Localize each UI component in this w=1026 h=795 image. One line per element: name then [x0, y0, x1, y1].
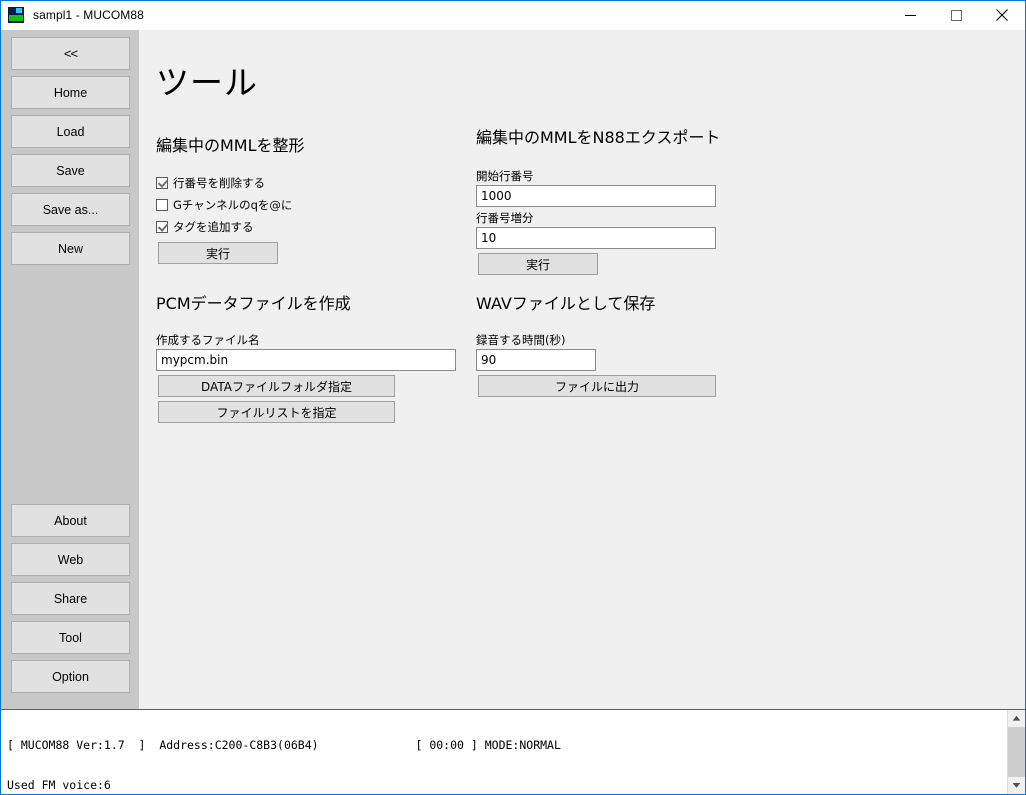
sidebar-item-label: Tool	[59, 630, 82, 645]
minimize-button[interactable]	[887, 1, 933, 29]
window-controls	[887, 1, 1025, 29]
sidebar-item-label: Save as...	[42, 202, 99, 217]
log-text[interactable]: [ MUCOM88 Ver:1.7 ] Address:C200-C8B3(06…	[1, 710, 1007, 794]
section-heading: 編集中のMMLを整形	[156, 136, 305, 155]
section-format-mml: 編集中のMMLを整形 行番号を削除する Gチャンネルのqを@に タグを追加する …	[156, 132, 486, 264]
increment-label: 行番号増分	[476, 211, 534, 225]
start-line-field-group: 開始行番号 1000	[476, 168, 816, 207]
checkbox-add-tag[interactable]: タグを追加する	[156, 217, 486, 237]
duration-field-group: 録音する時間(秒) 90	[476, 332, 816, 371]
sidebar-item-label: Home	[53, 85, 88, 100]
sidebar-item-label: New	[57, 241, 83, 256]
scroll-up-icon	[1012, 715, 1021, 721]
increment-value: 10	[481, 231, 497, 245]
close-icon	[996, 9, 1008, 21]
section-heading: PCMデータファイルを作成	[156, 294, 351, 313]
log-panel: [ MUCOM88 Ver:1.7 ] Address:C200-C8B3(06…	[1, 709, 1025, 794]
duration-label: 録音する時間(秒)	[476, 333, 566, 347]
sidebar-item-home[interactable]: Home	[11, 76, 130, 109]
app-icon	[8, 7, 24, 23]
format-mml-run-button[interactable]: 実行	[158, 242, 278, 264]
log-line: [ MUCOM88 Ver:1.7 ] Address:C200-C8B3(06…	[7, 738, 561, 753]
sidebar-item-label: Web	[57, 552, 84, 567]
start-line-input[interactable]: 1000	[476, 185, 716, 207]
close-button[interactable]	[979, 1, 1025, 29]
app-window: sampl1 - MUCOM88 << Home Load Save Save …	[0, 0, 1026, 795]
duration-input[interactable]: 90	[476, 349, 596, 371]
scroll-down-icon	[1012, 783, 1021, 788]
sidebar-item-collapse[interactable]: <<	[11, 37, 130, 70]
title-bar: sampl1 - MUCOM88	[1, 1, 1025, 30]
maximize-button[interactable]	[933, 1, 979, 29]
wav-export-button[interactable]: ファイルに出力	[478, 375, 716, 397]
button-label: DATAファイルフォルダ指定	[201, 379, 352, 394]
maximize-icon	[950, 9, 962, 21]
body-area: << Home Load Save Save as... New About W…	[1, 30, 1025, 709]
button-label: ファイルリストを指定	[216, 405, 337, 420]
button-label: 実行	[205, 246, 230, 261]
section-n88-export: 編集中のMMLをN88エクスポート 開始行番号 1000 行番号増分 10 実行	[476, 124, 816, 275]
filename-label: 作成するファイル名	[156, 333, 260, 347]
checkbox-gchannel-q-to-at[interactable]: Gチャンネルのqを@に	[156, 195, 486, 215]
sidebar-item-tool[interactable]: Tool	[11, 621, 130, 654]
window-title: sampl1 - MUCOM88	[33, 8, 144, 22]
page-title: ツール	[156, 63, 258, 102]
sidebar: << Home Load Save Save as... New About W…	[1, 30, 139, 709]
checkbox-label: Gチャンネルのqを@に	[173, 198, 293, 212]
log-scrollbar[interactable]	[1007, 710, 1025, 794]
checkbox-label: 行番号を削除する	[173, 176, 265, 190]
section-heading: WAVファイルとして保存	[476, 294, 656, 313]
sidebar-item-save[interactable]: Save	[11, 154, 130, 187]
increment-field-group: 行番号増分 10	[476, 210, 816, 249]
button-label: ファイルに出力	[554, 379, 639, 394]
increment-input[interactable]: 10	[476, 227, 716, 249]
sidebar-item-new[interactable]: New	[11, 232, 130, 265]
sidebar-item-web[interactable]: Web	[11, 543, 130, 576]
start-line-label: 開始行番号	[476, 169, 534, 183]
sidebar-item-label: Share	[53, 591, 88, 606]
data-folder-button[interactable]: DATAファイルフォルダ指定	[158, 375, 395, 397]
sidebar-item-label: Load	[56, 124, 85, 139]
checkbox-checked-icon	[156, 221, 168, 233]
sidebar-bottom-group: About Web Share Tool Option	[1, 504, 139, 709]
sidebar-item-save-as[interactable]: Save as...	[11, 193, 130, 226]
scroll-up-button[interactable]	[1008, 710, 1025, 727]
duration-value: 90	[481, 353, 497, 367]
scroll-down-button[interactable]	[1008, 777, 1025, 794]
button-label: 実行	[525, 257, 550, 272]
sidebar-item-share[interactable]: Share	[11, 582, 130, 615]
file-list-button[interactable]: ファイルリストを指定	[158, 401, 395, 423]
section-pcm-create: PCMデータファイルを作成 作成するファイル名 mypcm.bin DATAファ…	[156, 290, 486, 423]
checkbox-checked-icon	[156, 177, 168, 189]
sidebar-item-label: Save	[56, 163, 85, 178]
checkbox-label: タグを追加する	[173, 220, 254, 234]
checkbox-remove-line-numbers[interactable]: 行番号を削除する	[156, 173, 486, 193]
filename-input[interactable]: mypcm.bin	[156, 349, 456, 371]
sidebar-item-about[interactable]: About	[11, 504, 130, 537]
sidebar-item-label: Option	[52, 669, 89, 684]
sidebar-item-label: About	[54, 513, 87, 528]
checkbox-unchecked-icon	[156, 199, 168, 211]
filename-value: mypcm.bin	[161, 353, 229, 367]
scrollbar-thumb[interactable]	[1008, 727, 1025, 777]
minimize-icon	[904, 14, 916, 16]
n88-export-run-button[interactable]: 実行	[478, 253, 598, 275]
section-heading: 編集中のMMLをN88エクスポート	[476, 128, 721, 147]
main-content: ツール 編集中のMMLを整形 行番号を削除する Gチャンネルのqを@に タグを追…	[139, 30, 1025, 709]
sidebar-item-option[interactable]: Option	[11, 660, 130, 693]
sidebar-item-label: <<	[63, 46, 78, 61]
section-wav-save: WAVファイルとして保存 録音する時間(秒) 90 ファイルに出力	[476, 290, 816, 397]
sidebar-item-load[interactable]: Load	[11, 115, 130, 148]
start-line-value: 1000	[481, 189, 512, 203]
filename-field-group: 作成するファイル名 mypcm.bin	[156, 332, 486, 371]
log-line: Used FM voice:6	[7, 778, 111, 793]
checkbox-group: 行番号を削除する Gチャンネルのqを@に タグを追加する	[156, 173, 486, 237]
